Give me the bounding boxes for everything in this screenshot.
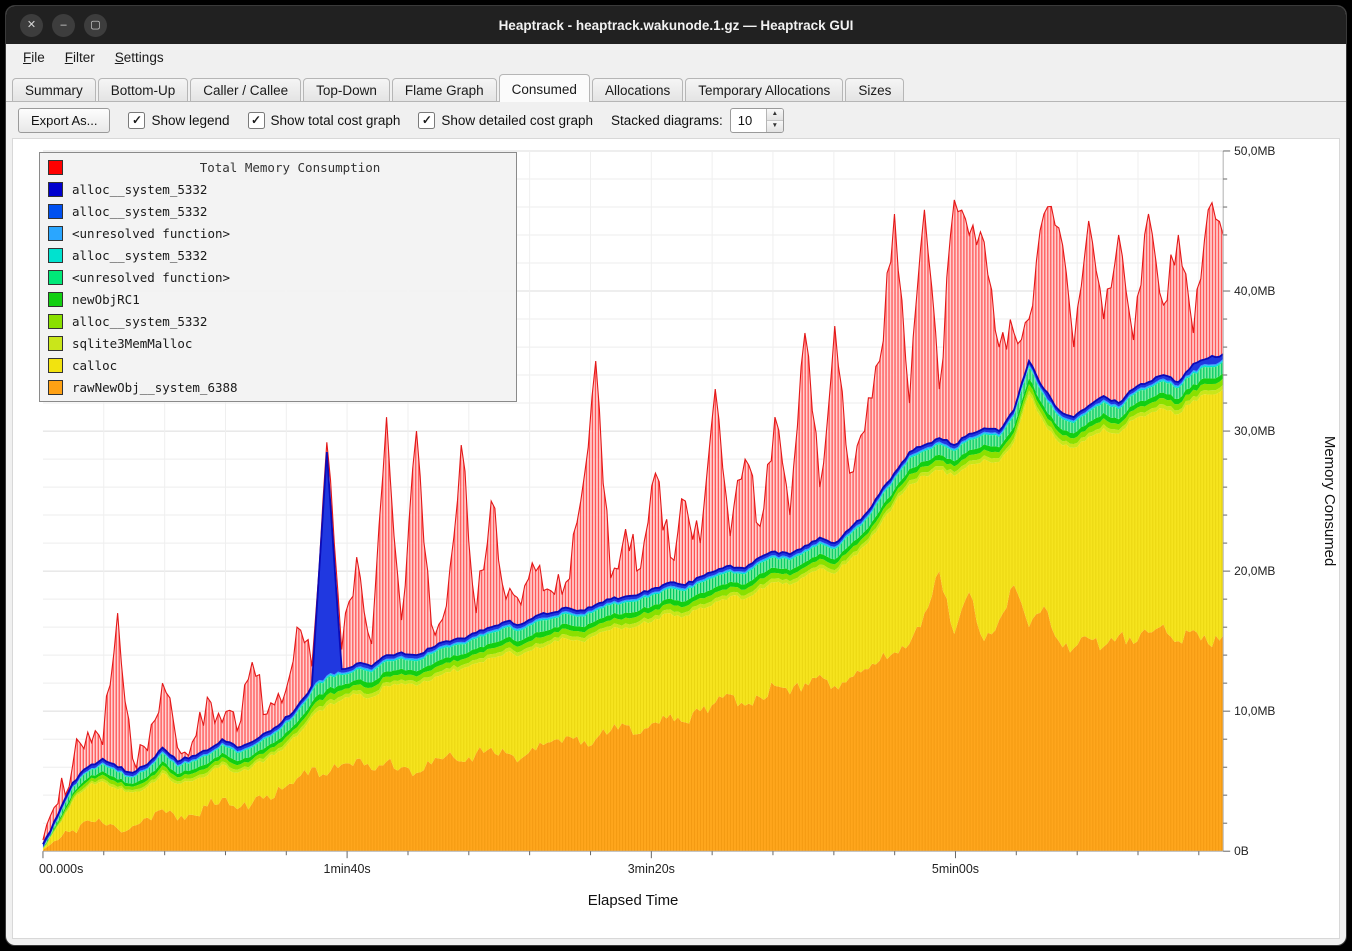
legend-title-row: Total Memory Consumption [44, 156, 512, 178]
menu-filter[interactable]: Filter [56, 47, 104, 68]
svg-text:Memory Consumed: Memory Consumed [1321, 436, 1338, 566]
legend-item: <unresolved function> [44, 266, 512, 288]
chart-legend: Total Memory Consumption alloc__system_53… [39, 152, 517, 402]
window: ✕–▢ Heaptrack - heaptrack.wakunode.1.gz … [5, 5, 1347, 946]
stacked-diagrams-group: Stacked diagrams: 10 ▲ ▼ [611, 108, 784, 133]
tab-consumed[interactable]: Consumed [499, 74, 590, 102]
legend-swatch [48, 182, 63, 197]
svg-text:40,0MB: 40,0MB [1234, 284, 1275, 298]
legend-swatch [48, 248, 63, 263]
svg-text:Elapsed Time: Elapsed Time [588, 892, 679, 909]
checkbox-show-legend-box[interactable]: ✓ [128, 112, 145, 129]
window-title: Heaptrack - heaptrack.wakunode.1.gz — He… [6, 18, 1346, 33]
legend-swatch [48, 226, 63, 241]
tab-summary[interactable]: Summary [12, 78, 96, 102]
legend-item: rawNewObj__system_6388 [44, 376, 512, 398]
legend-item-label: newObjRC1 [72, 292, 140, 307]
checkbox-show-detailed-cost-graph-box[interactable]: ✓ [418, 112, 435, 129]
legend-swatch [48, 314, 63, 329]
tab-bar: SummaryBottom-UpCaller / CalleeTop-DownF… [6, 71, 1346, 102]
legend-swatch-total [48, 160, 63, 175]
tab-top-down[interactable]: Top-Down [303, 78, 390, 102]
tab-flame-graph[interactable]: Flame Graph [392, 78, 497, 102]
svg-text:10,0MB: 10,0MB [1234, 704, 1275, 718]
tab-caller-callee[interactable]: Caller / Callee [190, 78, 301, 102]
legend-item-label: <unresolved function> [72, 226, 230, 241]
legend-item-label: alloc__system_5332 [72, 182, 207, 197]
maximize-button[interactable]: ▢ [84, 14, 107, 37]
svg-text:50,0MB: 50,0MB [1234, 144, 1275, 158]
menu-settings[interactable]: Settings [106, 47, 173, 68]
checkbox-show-total-cost-graph[interactable]: ✓ Show total cost graph [248, 112, 401, 129]
legend-item: alloc__system_5332 [44, 178, 512, 200]
legend-item-label: sqlite3MemMalloc [72, 336, 192, 351]
legend-item: calloc [44, 354, 512, 376]
legend-item: newObjRC1 [44, 288, 512, 310]
legend-item: alloc__system_5332 [44, 310, 512, 332]
legend-item-label: alloc__system_5332 [72, 314, 207, 329]
checkbox-show-total-cost-graph-label: Show total cost graph [271, 113, 401, 128]
legend-swatch [48, 358, 63, 373]
legend-item: sqlite3MemMalloc [44, 332, 512, 354]
menu-file[interactable]: File [14, 47, 54, 68]
consumed-chart-area: 0B 10,0MB 20,0MB 30,0MB 40,0MB 50,0MB 00.000s 1… [12, 138, 1340, 939]
svg-text:0B: 0B [1234, 844, 1249, 858]
titlebar: ✕–▢ Heaptrack - heaptrack.wakunode.1.gz … [6, 6, 1346, 44]
legend-item: alloc__system_5332 [44, 244, 512, 266]
legend-item: <unresolved function> [44, 222, 512, 244]
stacked-diagrams-label: Stacked diagrams: [611, 113, 723, 128]
tab-bottom-up[interactable]: Bottom-Up [98, 78, 189, 102]
stacked-diagrams-value[interactable]: 10 [731, 109, 766, 132]
checkbox-show-legend-label: Show legend [151, 113, 229, 128]
svg-text:5min00s: 5min00s [932, 862, 979, 876]
minimize-button[interactable]: – [52, 14, 75, 37]
tab-temporary-allocations[interactable]: Temporary Allocations [685, 78, 843, 102]
spinbox-arrows: ▲ ▼ [766, 109, 783, 132]
window-controls: ✕–▢ [20, 14, 107, 37]
legend-item-label: rawNewObj__system_6388 [72, 380, 238, 395]
svg-text:20,0MB: 20,0MB [1234, 564, 1275, 578]
legend-item-label: <unresolved function> [72, 270, 230, 285]
tab-allocations[interactable]: Allocations [592, 78, 683, 102]
menubar: FileFilterSettings [6, 44, 1346, 71]
legend-swatch [48, 292, 63, 307]
tab-sizes[interactable]: Sizes [845, 78, 904, 102]
svg-text:1min40s: 1min40s [324, 862, 371, 876]
toolbar: Export As... ✓ Show legend ✓ Show total cos… [6, 102, 1346, 138]
stacked-diagrams-spinbox[interactable]: 10 ▲ ▼ [730, 108, 784, 133]
legend-item-label: calloc [72, 358, 117, 373]
svg-text:3min20s: 3min20s [628, 862, 675, 876]
checkbox-show-detailed-cost-graph[interactable]: ✓ Show detailed cost graph [418, 112, 593, 129]
export-as-button[interactable]: Export As... [18, 108, 110, 133]
legend-item-label: alloc__system_5332 [72, 248, 207, 263]
legend-item-label: alloc__system_5332 [72, 204, 207, 219]
spinbox-down-button[interactable]: ▼ [767, 121, 783, 132]
spinbox-up-button[interactable]: ▲ [767, 109, 783, 121]
legend-swatch [48, 336, 63, 351]
legend-item: alloc__system_5332 [44, 200, 512, 222]
checkbox-show-detailed-cost-graph-label: Show detailed cost graph [441, 113, 593, 128]
checkbox-group: ✓ Show legend ✓ Show total cost graph ✓ Show … [128, 112, 593, 129]
close-button[interactable]: ✕ [20, 14, 43, 37]
legend-swatch [48, 204, 63, 219]
legend-swatch [48, 270, 63, 285]
svg-text:00.000s: 00.000s [39, 862, 83, 876]
legend-title: Total Memory Consumption [72, 160, 508, 175]
checkbox-show-total-cost-graph-box[interactable]: ✓ [248, 112, 265, 129]
checkbox-show-legend[interactable]: ✓ Show legend [128, 112, 229, 129]
legend-swatch [48, 380, 63, 395]
svg-text:30,0MB: 30,0MB [1234, 424, 1275, 438]
